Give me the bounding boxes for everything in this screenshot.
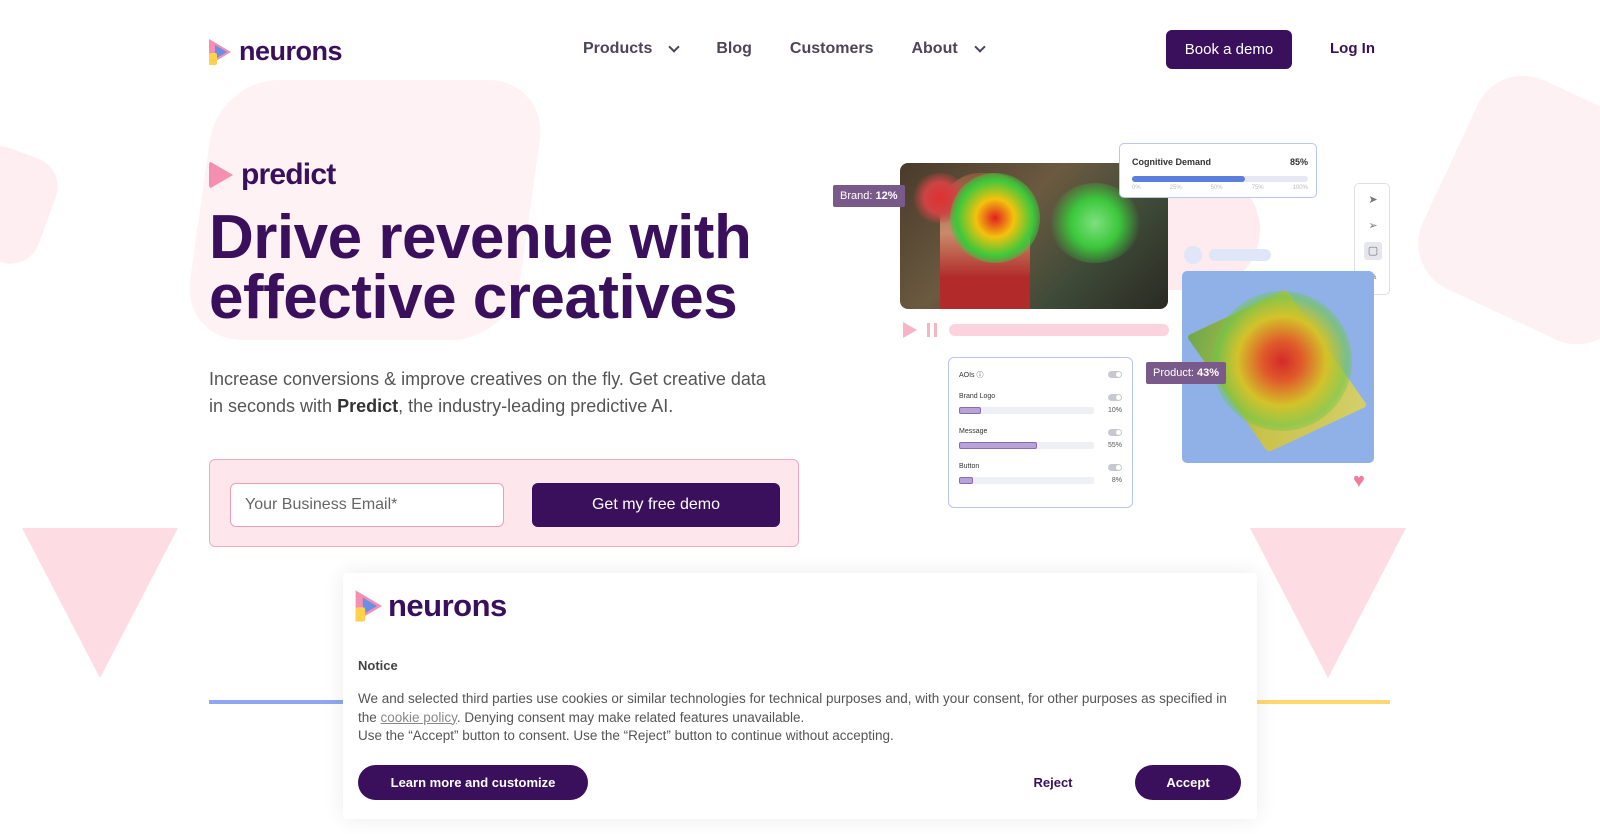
reject-button[interactable]: Reject [1006,765,1100,800]
cookie-policy-link[interactable]: cookie policy [381,710,457,725]
tick-label: 0% [1132,185,1141,191]
neurons-logo-icon [209,38,233,65]
product-score-tag: Product: 43% [1146,362,1227,384]
cognitive-ticks: 0% 25% 50% 75% 100% [1132,185,1308,191]
learn-more-customize-button[interactable]: Learn more and customize [358,765,588,800]
subtitle-bold: Predict [337,396,399,416]
aoi-value: 55% [1107,442,1122,449]
cognitive-demand-card: Cognitive Demand 85% 0% 25% 50% 75% 100% [1119,143,1317,198]
main-nav: Products Blog Customers About [583,40,1022,58]
brand-score-tag: Brand: 12% [833,185,905,207]
background-triangle [1250,528,1406,678]
hero-headline: Drive revenue with effective creatives [209,207,829,329]
pointer-icon[interactable]: ➢ [1364,217,1382,235]
tag-label: Brand: [840,190,876,202]
nav-item-label: Products [583,40,653,57]
pause-icon[interactable] [927,323,937,337]
heart-icon[interactable]: ♥ [1353,470,1365,493]
nav-item-customers[interactable]: Customers [790,40,874,58]
site-header: neurons Products Blog Customers About Bo… [0,0,1600,100]
tag-value: 12% [875,190,898,202]
headline-line: effective creatives [209,263,738,332]
aoi-toggle[interactable] [1108,371,1122,378]
aoi-toggle[interactable] [1108,464,1122,471]
aoi-toggle[interactable] [1108,394,1122,401]
demo-form: Get my free demo [209,459,799,547]
aoi-bar [959,442,1094,449]
aoi-value: 10% [1107,407,1122,414]
divider-line [1255,700,1390,704]
aoi-label: Brand Logo [959,393,996,400]
get-free-demo-button[interactable]: Get my free demo [532,483,780,527]
predict-logo-icon [209,161,233,189]
chevron-down-icon [974,41,986,53]
neurons-logo: neurons [355,588,507,624]
nav-item-label: Customers [789,40,874,57]
cognitive-track [1132,176,1308,182]
tag-value: 43% [1197,367,1220,379]
aoi-label: Message [959,428,988,435]
brand-name: neurons [388,588,507,623]
nav-item-label: Blog [716,40,752,57]
product-name: predict [241,158,336,191]
aoi-bar [959,407,1094,414]
aoi-panel: AOIs ⓘ Brand Logo 10% Message 55% Button… [948,357,1133,508]
hero-subtitle: Increase conversions & improve creatives… [209,366,769,420]
background-triangle [22,528,178,678]
aoi-fill [959,407,981,414]
info-icon: ⓘ [976,372,984,379]
cognitive-fill [1132,176,1245,182]
aoi-header: AOIs ⓘ [959,370,984,380]
nav-item-products[interactable]: Products [583,40,681,58]
aoi-toggle[interactable] [1108,429,1122,436]
login-link[interactable]: Log In [1330,40,1375,57]
neurons-logo[interactable]: neurons [209,36,343,67]
nav-item-blog[interactable]: Blog [716,40,752,58]
cognitive-label: Cognitive Demand [1132,157,1212,167]
headline-line: Drive revenue with [209,203,752,272]
nav-item-about[interactable]: About [911,40,986,58]
avatar [1184,246,1202,264]
aoi-fill [959,442,1038,449]
nav-item-label: About [911,40,958,57]
video-progress-bar[interactable] [949,324,1169,336]
rectangle-icon[interactable]: ▢ [1364,242,1382,260]
aoi-value: 8% [1111,477,1122,484]
divider-line [209,700,344,704]
play-icon[interactable] [903,322,917,338]
aoi-label: Button [959,463,980,470]
predict-logo: predict [209,158,336,192]
tick-label: 50% [1210,185,1223,191]
placeholder-line [1209,249,1271,261]
tag-label: Product: [1153,367,1198,379]
neurons-logo-icon [355,590,385,622]
brand-name: neurons [239,36,343,66]
notice-text: We and selected third parties use cookie… [358,690,1248,746]
heatmap-spot [1212,291,1352,431]
aoi-bar [959,477,1094,484]
aoi-header-label: AOIs [959,372,975,379]
accept-button[interactable]: Accept [1135,765,1241,800]
aoi-fill [959,477,973,484]
email-field[interactable] [230,483,504,527]
chevron-down-icon [668,41,681,53]
notice-title: Notice [358,658,398,673]
heatmap-spot [950,173,1040,263]
tick-label: 75% [1251,185,1264,191]
notice-text-part: Use the “Accept” button to consent. Use … [358,728,894,743]
tick-label: 100% [1292,185,1308,191]
tick-label: 25% [1169,185,1182,191]
cursor-icon[interactable]: ➤ [1364,191,1382,209]
subtitle-text: , the industry-leading predictive AI. [398,396,674,416]
background-shape [0,137,67,273]
background-shape [1401,59,1600,361]
cookie-consent-banner: neurons Notice We and selected third par… [343,573,1257,819]
book-demo-button[interactable]: Book a demo [1166,30,1292,69]
notice-text-part: . Denying consent may make related featu… [456,709,805,725]
cognitive-value: 85% [1289,157,1308,167]
